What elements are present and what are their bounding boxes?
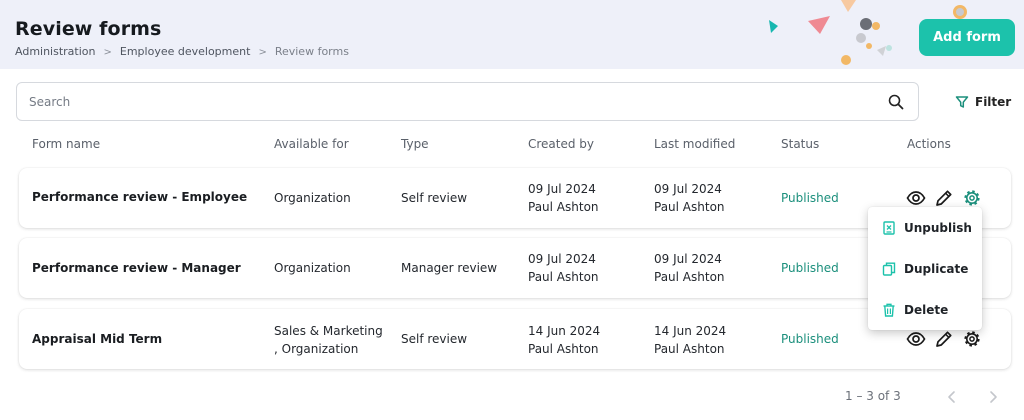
type-cell: Self review [401, 191, 468, 205]
breadcrumb-administration[interactable]: Administration [15, 45, 96, 58]
trash-icon [883, 303, 895, 317]
menu-item-unpublish[interactable]: Unpublish [868, 213, 982, 243]
modified-by-cell: Paul Ashton [654, 342, 725, 356]
status-badge: Published [781, 191, 839, 205]
column-header-created-by[interactable]: Created by [528, 137, 594, 151]
chevron-left-icon[interactable] [944, 388, 960, 406]
breadcrumb: Administration > Employee development > Revi… [15, 45, 349, 58]
gear-icon[interactable] [962, 188, 982, 208]
form-name-cell[interactable]: Appraisal Mid Term [32, 331, 162, 348]
pagination-range: 1 – 3 of 3 [845, 389, 901, 403]
filter-label: Filter [975, 95, 1012, 109]
pencil-icon[interactable] [934, 329, 954, 349]
modified-date-cell: 09 Jul 2024 [654, 182, 722, 196]
menu-item-delete[interactable]: Delete [868, 295, 982, 325]
form-name-cell[interactable]: Performance review - Manager [32, 260, 241, 277]
created-by-cell: Paul Ashton [528, 200, 599, 214]
eye-icon[interactable] [906, 329, 926, 349]
page-title: Review forms [15, 18, 162, 40]
chevron-right-icon[interactable] [985, 388, 1001, 406]
chevron-right-icon: > [258, 47, 267, 58]
funnel-icon [955, 96, 969, 108]
eye-icon[interactable] [906, 188, 926, 208]
table-row[interactable]: Performance review - Employee Organizati… [19, 168, 1011, 228]
page-header: Review forms Administration > Employee dev… [0, 0, 1024, 69]
table-row[interactable]: Performance review - Manager Organizatio… [19, 238, 1011, 298]
available-for-cell-continued: , Organization [274, 342, 359, 356]
modified-by-cell: Paul Ashton [654, 200, 725, 214]
column-header-type[interactable]: Type [401, 137, 429, 151]
search-icon[interactable] [888, 94, 904, 110]
chevron-right-icon: > [103, 47, 112, 58]
type-cell: Self review [401, 332, 468, 346]
unpublish-icon [883, 221, 895, 235]
search-box [16, 82, 919, 121]
filter-button[interactable]: Filter [955, 92, 1011, 112]
search-input[interactable] [29, 92, 869, 112]
column-header-available-for[interactable]: Available for [274, 137, 349, 151]
column-header-last-modified[interactable]: Last modified [654, 137, 735, 151]
table-row[interactable]: Appraisal Mid Term Sales & Marketing , O… [19, 309, 1011, 369]
type-cell: Manager review [401, 261, 498, 275]
menu-item-label: Delete [904, 303, 949, 317]
created-date-cell: 14 Jun 2024 [528, 324, 601, 338]
gear-icon[interactable] [962, 329, 982, 349]
row-actions-menu: Unpublish Duplicate Delete [868, 207, 982, 330]
pencil-icon[interactable] [934, 188, 954, 208]
menu-item-label: Unpublish [904, 221, 972, 235]
modified-date-cell: 09 Jul 2024 [654, 252, 722, 266]
status-badge: Published [781, 261, 839, 275]
available-for-cell: Sales & Marketing [274, 324, 383, 338]
created-by-cell: Paul Ashton [528, 270, 599, 284]
created-date-cell: 09 Jul 2024 [528, 182, 596, 196]
add-form-button[interactable]: Add form [919, 19, 1015, 56]
modified-date-cell: 14 Jun 2024 [654, 324, 727, 338]
menu-item-label: Duplicate [904, 262, 969, 276]
column-header-status[interactable]: Status [781, 137, 819, 151]
status-badge: Published [781, 332, 839, 346]
created-date-cell: 09 Jul 2024 [528, 252, 596, 266]
breadcrumb-employee-development[interactable]: Employee development [120, 45, 251, 58]
available-for-cell: Organization [274, 261, 351, 275]
modified-by-cell: Paul Ashton [654, 270, 725, 284]
available-for-cell: Organization [274, 191, 351, 205]
column-header-form-name[interactable]: Form name [32, 137, 100, 151]
form-name-cell[interactable]: Performance review - Employee [32, 189, 247, 206]
breadcrumb-review-forms: Review forms [274, 45, 349, 58]
column-header-actions: Actions [907, 137, 951, 151]
menu-item-duplicate[interactable]: Duplicate [868, 254, 982, 284]
created-by-cell: Paul Ashton [528, 342, 599, 356]
copy-icon [882, 262, 896, 276]
